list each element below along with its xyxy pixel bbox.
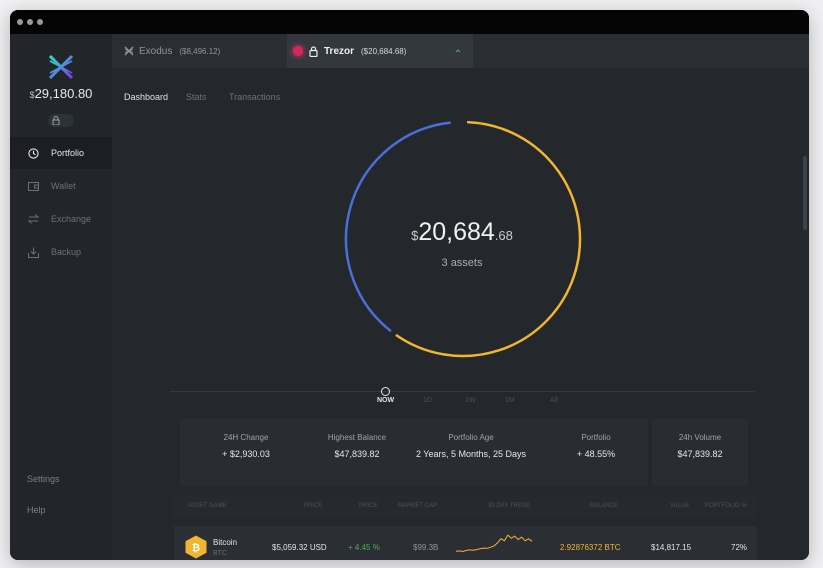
exodus-small-icon [124, 46, 134, 56]
lock-icon [309, 45, 318, 57]
caret-up-icon[interactable] [455, 48, 461, 54]
asset-price: $5,059.32 USD [272, 543, 327, 552]
nav-wallet[interactable]: Wallet [10, 170, 112, 202]
main-scrollbar[interactable] [803, 156, 807, 230]
exchange-icon [28, 214, 39, 224]
wallet-icon [28, 182, 39, 191]
wallet-tab-bar: Exodus ($8,496.12) Trezor ($20,684.68) [112, 34, 809, 68]
col-30-day-trend[interactable]: 30 DAY TREND [488, 503, 530, 509]
bitcoin-icon: ₿ [185, 535, 207, 559]
lock-icon [52, 116, 60, 125]
title-bar [10, 10, 809, 34]
timeline-marker[interactable] [381, 387, 390, 396]
timeline-all[interactable]: All [550, 397, 558, 404]
nav-portfolio[interactable]: Portfolio [10, 137, 112, 169]
col-price[interactable]: PRICE [304, 503, 322, 509]
col-price-change[interactable]: PRICE [359, 503, 377, 509]
exodus-logo-icon [48, 54, 74, 80]
connection-alert-dot [293, 46, 303, 56]
asset-portfolio-pct: 72% [731, 543, 748, 552]
subtab-transactions[interactable]: Transactions [229, 92, 280, 102]
nav-wallet-label: Wallet [51, 181, 76, 191]
wallet-tab-exodus[interactable]: Exodus ($8,496.12) [112, 34, 286, 68]
portfolio-balance: $20,684.68 [411, 218, 513, 246]
col-value[interactable]: VALUE [670, 503, 689, 509]
window-maximize-button[interactable] [37, 19, 43, 25]
main-content: Dashboard Stats Transactions $20,684.68 … [112, 68, 809, 560]
backup-icon [28, 247, 39, 258]
wallet-tab-trezor-amount: ($20,684.68) [361, 46, 407, 56]
trend-line [455, 534, 533, 553]
stat-portfolio-change: Portfolio + 48.55% [576, 433, 616, 459]
app-window: $29,180.80 Portfolio Wallet Exchange Bac… [10, 10, 809, 560]
nav-backup-label: Backup [51, 247, 82, 257]
col-balance[interactable]: BALANCE [590, 503, 618, 509]
asset-trend-sparkline [455, 534, 533, 553]
nav-exchange[interactable]: Exchange [10, 203, 112, 235]
settings-link[interactable]: Settings [27, 474, 60, 484]
timeline-1m[interactable]: 1M [505, 397, 515, 404]
sidebar: $29,180.80 Portfolio Wallet Exchange Bac… [10, 34, 112, 560]
stat-portfolio-age: Portfolio Age 2 Years, 5 Months, 25 Days [415, 433, 527, 459]
asset-market-cap: $99.3B [413, 543, 439, 552]
total-balance: $29,180.80 [29, 86, 93, 101]
subtab-stats[interactable]: Stats [186, 92, 207, 102]
nav-backup[interactable]: Backup [10, 236, 112, 268]
stat-highest-balance: Highest Balance $47,839.82 [327, 433, 387, 459]
col-asset-name[interactable]: ASSET NAME [188, 503, 227, 509]
stat-24h-change: 24H Change + $2,930.03 [222, 433, 270, 459]
asset-price-change: + 4.45 % [348, 543, 380, 552]
help-link[interactable]: Help [27, 505, 46, 515]
nav-exchange-label: Exchange [51, 214, 92, 224]
window-minimize-button[interactable] [27, 19, 33, 25]
asset-value: $14,817.15 [651, 543, 692, 552]
col-market-cap[interactable]: MARKET CAP [398, 503, 437, 509]
asset-ticker: BTC [213, 550, 227, 557]
wallet-tab-exodus-name: Exodus [139, 45, 173, 57]
window-close-button[interactable] [17, 19, 23, 25]
wallet-tab-trezor[interactable]: Trezor ($20,684.68) [287, 34, 473, 68]
asset-name: Bitcoin [213, 538, 238, 547]
svg-text:₿: ₿ [192, 542, 200, 554]
lock-toggle[interactable] [48, 114, 74, 127]
timeline-now[interactable]: NOW [377, 397, 394, 404]
nav-portfolio-label: Portfolio [51, 148, 85, 158]
clock-icon [28, 147, 39, 159]
wallet-tab-trezor-name: Trezor [324, 45, 355, 57]
asset-count: 3 assets [441, 257, 483, 269]
timeline-track [170, 391, 755, 392]
subtab-dashboard[interactable]: Dashboard [124, 92, 168, 102]
col-portfolio-pct[interactable]: PORTFOLIO % [705, 503, 747, 509]
stat-24h-volume: 24h Volume $47,839.82 [677, 433, 723, 459]
asset-balance: 2.92876372 BTC [560, 543, 621, 552]
timeline-1w[interactable]: 1W [465, 397, 476, 404]
timeline-1d[interactable]: 1D [423, 397, 432, 404]
wallet-tab-exodus-amount: ($8,496.12) [179, 46, 221, 56]
